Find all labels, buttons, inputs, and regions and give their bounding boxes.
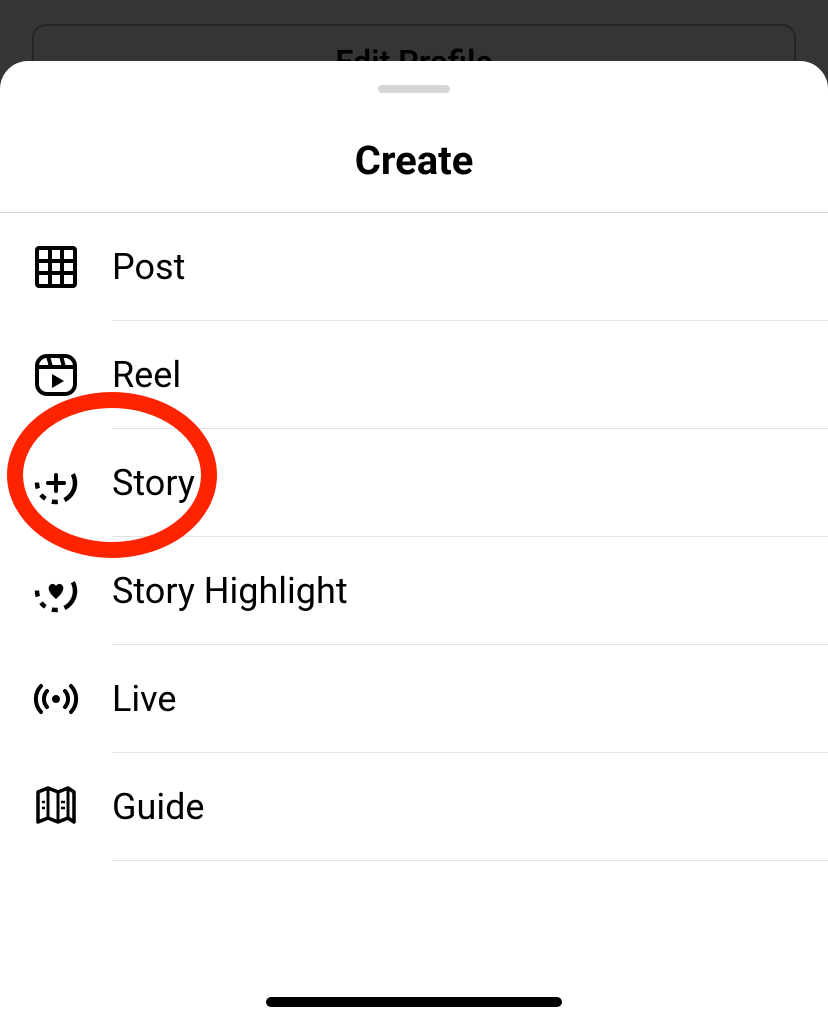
create-bottom-sheet: Create Post [0, 61, 828, 1025]
menu-item-label: Post [112, 246, 185, 288]
menu-item-label: Guide [112, 786, 205, 828]
reel-icon [32, 351, 80, 399]
story-plus-icon [32, 459, 80, 507]
guide-icon [32, 783, 80, 831]
menu-item-story-highlight[interactable]: Story Highlight [0, 537, 828, 645]
menu-item-story[interactable]: Story [0, 429, 828, 537]
live-icon [32, 675, 80, 723]
menu-item-label: Story [112, 462, 195, 504]
menu-item-label: Story Highlight [112, 570, 348, 612]
story-heart-icon [32, 567, 80, 615]
sheet-grabber[interactable] [378, 85, 450, 93]
create-menu: Post Reel [0, 213, 828, 861]
home-indicator[interactable] [266, 997, 562, 1007]
menu-item-label: Reel [112, 354, 181, 396]
menu-item-reel[interactable]: Reel [0, 321, 828, 429]
sheet-title: Create [0, 137, 828, 184]
grid-icon [32, 243, 80, 291]
item-divider [112, 860, 828, 861]
menu-item-post[interactable]: Post [0, 213, 828, 321]
menu-item-live[interactable]: Live [0, 645, 828, 753]
menu-item-label: Live [112, 678, 176, 720]
menu-item-guide[interactable]: Guide [0, 753, 828, 861]
